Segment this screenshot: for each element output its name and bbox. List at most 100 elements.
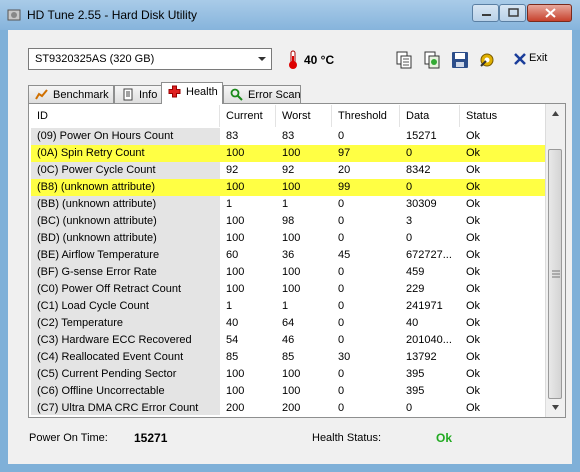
raw-data-value: 241971: [406, 300, 443, 312]
health-status-value: Ok: [436, 431, 453, 445]
minimize-button[interactable]: [472, 4, 499, 22]
table-row[interactable]: (B8) (unknown attribute) 100 100 99 0 Ok: [31, 179, 545, 196]
raw-data-value: 3: [406, 215, 413, 227]
save-icon[interactable]: [450, 50, 470, 70]
drive-select[interactable]: ST9320325AS (320 GB): [28, 48, 272, 70]
temperature-display: 40 °C: [286, 50, 334, 72]
current-value: 60: [226, 249, 239, 261]
maximize-icon: [508, 8, 519, 17]
tab-info[interactable]: Info: [114, 85, 162, 103]
column-header-worst[interactable]: Worst: [276, 105, 332, 127]
tab-health[interactable]: Health: [161, 82, 223, 104]
table-row[interactable]: (C6) Offline Uncorrectable 100 100 0 395 Ok: [31, 383, 545, 400]
table-row[interactable]: (C7) Ultra DMA CRC Error Count 200 200 0 0 Ok: [31, 400, 545, 417]
error-scan-icon: [230, 88, 243, 101]
table-row[interactable]: (BD) (unknown attribute) 100 100 0 0 Ok: [31, 230, 545, 247]
status-value: Ok: [466, 130, 481, 142]
threshold-value: 0: [338, 215, 345, 227]
worst-value: 1: [282, 300, 289, 312]
threshold-value: 0: [338, 402, 345, 414]
attribute-name: (B8) (unknown attribute): [37, 181, 155, 193]
threshold-value: 20: [338, 164, 351, 176]
status-value: Ok: [466, 164, 481, 176]
exit-button[interactable]: Exit: [513, 50, 553, 70]
current-value: 100: [226, 266, 245, 278]
raw-data-value: 395: [406, 368, 425, 380]
tab-label: Error Scan: [248, 89, 301, 101]
current-value: 92: [226, 164, 239, 176]
title-bar[interactable]: HD Tune 2.55 - Hard Disk Utility: [0, 0, 580, 30]
table-row[interactable]: (C1) Load Cycle Count 1 1 0 241971 Ok: [31, 298, 545, 315]
table-row[interactable]: (09) Power On Hours Count 83 83 0 15271 Ok: [31, 128, 545, 145]
exit-icon: [514, 53, 526, 65]
copy-icon[interactable]: [394, 50, 414, 70]
raw-data-value: 459: [406, 266, 425, 278]
threshold-value: 0: [338, 283, 345, 295]
worst-value: 100: [282, 385, 301, 397]
table-row[interactable]: (BC) (unknown attribute) 100 98 0 3 Ok: [31, 213, 545, 230]
column-header-data[interactable]: Data: [400, 105, 460, 127]
worst-value: 83: [282, 130, 295, 142]
vertical-scrollbar[interactable]: [545, 104, 565, 417]
app-window: HD Tune 2.55 - Hard Disk Utility ST93203…: [0, 0, 580, 472]
table-row[interactable]: (C5) Current Pending Sector 100 100 0 395 Ok: [31, 366, 545, 383]
worst-value: 100: [282, 283, 301, 295]
table-row[interactable]: (C3) Hardware ECC Recovered 54 46 0 201040..…: [31, 332, 545, 349]
current-value: 100: [226, 147, 245, 159]
column-header-current[interactable]: Current: [220, 105, 276, 127]
current-value: 100: [226, 283, 245, 295]
table-row[interactable]: (BE) Airflow Temperature 60 36 45 672727... O…: [31, 247, 545, 264]
copy-info-icon[interactable]: [422, 50, 442, 70]
threshold-value: 0: [338, 266, 345, 278]
table-row[interactable]: (C4) Reallocated Event Count 85 85 30 13792 O…: [31, 349, 545, 366]
raw-data-value: 15271: [406, 130, 437, 142]
table-row[interactable]: (C0) Power Off Retract Count 100 100 0 229 Ok: [31, 281, 545, 298]
attribute-name: (C3) Hardware ECC Recovered: [37, 334, 192, 346]
worst-value: 1: [282, 198, 289, 210]
status-value: Ok: [466, 198, 481, 210]
temperature-value: 40 °C: [304, 53, 335, 67]
table-row[interactable]: (C2) Temperature 40 64 0 40 Ok: [31, 315, 545, 332]
attribute-name: (BD) (unknown attribute): [37, 232, 157, 244]
info-icon: [123, 88, 133, 101]
raw-data-value: 229: [406, 283, 425, 295]
drive-select-value: ST9320325AS (320 GB): [35, 53, 155, 65]
power-on-time-value: 15271: [134, 431, 168, 445]
raw-data-value: 201040...: [406, 334, 452, 346]
health-status-label: Health Status:: [312, 432, 382, 444]
status-value: Ok: [466, 317, 481, 329]
attribute-name: (C0) Power Off Retract Count: [37, 283, 182, 295]
column-header-status[interactable]: Status: [460, 105, 545, 127]
options-icon[interactable]: [477, 50, 497, 70]
threshold-value: 99: [338, 181, 351, 193]
maximize-button[interactable]: [499, 4, 526, 22]
raw-data-value: 13792: [406, 351, 437, 363]
scroll-up-icon[interactable]: [548, 106, 563, 121]
status-value: Ok: [466, 181, 481, 193]
worst-value: 85: [282, 351, 295, 363]
scrollbar-thumb[interactable]: [548, 149, 562, 399]
table-row[interactable]: (BF) G-sense Error Rate 100 100 0 459 Ok: [31, 264, 545, 281]
table-row[interactable]: (BB) (unknown attribute) 1 1 0 30309 Ok: [31, 196, 545, 213]
table-row[interactable]: (0A) Spin Retry Count 100 100 97 0 Ok: [31, 145, 545, 162]
status-value: Ok: [466, 351, 481, 363]
tab-error-scan[interactable]: Error Scan: [223, 85, 301, 103]
raw-data-value: 8342: [406, 164, 431, 176]
current-value: 100: [226, 232, 245, 244]
thermometer-icon: [289, 50, 297, 69]
scroll-down-icon[interactable]: [548, 400, 563, 415]
worst-value: 100: [282, 266, 301, 278]
column-header-id[interactable]: ID: [31, 105, 220, 127]
tab-benchmark[interactable]: Benchmark: [28, 85, 114, 103]
threshold-value: 0: [338, 334, 345, 346]
status-value: Ok: [466, 232, 481, 244]
table-row[interactable]: (0C) Power Cycle Count 92 92 20 8342 Ok: [31, 162, 545, 179]
close-button[interactable]: [527, 4, 572, 22]
column-header-threshold[interactable]: Threshold: [332, 105, 400, 127]
threshold-value: 0: [338, 232, 345, 244]
attribute-name: (C4) Reallocated Event Count: [37, 351, 184, 363]
status-value: Ok: [466, 300, 481, 312]
power-on-time-label: Power On Time:: [29, 432, 108, 444]
status-value: Ok: [466, 368, 481, 380]
attribute-name: (C1) Load Cycle Count: [37, 300, 149, 312]
